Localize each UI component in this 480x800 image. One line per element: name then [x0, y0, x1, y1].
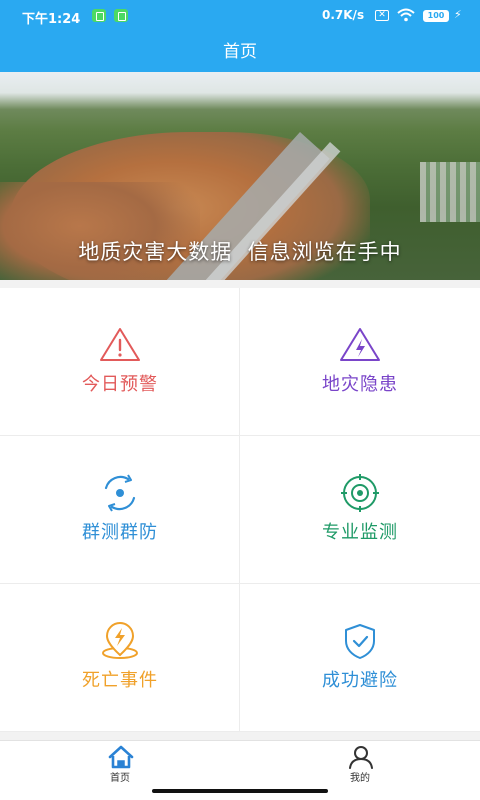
battery-icon: 100: [423, 10, 449, 22]
nav-mine-label: 我的: [350, 773, 370, 784]
grid-item-label: 群测群防: [82, 522, 158, 543]
warning-triangle-icon: [100, 328, 140, 361]
today-warning-button[interactable]: 今日预警: [0, 288, 240, 436]
notification-icon: [114, 9, 128, 22]
sim-icon: ✕: [375, 10, 389, 21]
user-icon: [349, 746, 373, 769]
status-bar: 下午1:24 0.7K/s ✕ 100 ⚡: [0, 0, 480, 32]
app-header: 首页: [0, 32, 480, 72]
feature-grid: 今日预警 地灾隐患 群测群防 专业监测 死亡事件 成功避险: [0, 288, 480, 732]
professional-monitor-button[interactable]: 专业监测: [240, 436, 480, 584]
charging-icon: ⚡: [454, 8, 462, 21]
successful-avoid-button[interactable]: 成功避险: [240, 584, 480, 732]
banner-caption: 地质灾害大数据 信息浏览在手中: [78, 240, 402, 264]
death-event-button[interactable]: 死亡事件: [0, 584, 240, 732]
target-icon: [341, 474, 379, 512]
page-title: 首页: [223, 42, 257, 62]
home-icon: [108, 745, 134, 769]
grid-item-label: 成功避险: [322, 670, 398, 691]
wifi-icon: [397, 8, 415, 22]
app-screen: 下午1:24 0.7K/s ✕ 100 ⚡ 首页 地质灾害大数据 信息浏览在手中: [0, 0, 480, 800]
nav-home-label: 首页: [110, 773, 130, 784]
hazard-triangle-icon: [340, 328, 380, 361]
grid-item-label: 地灾隐患: [322, 374, 398, 395]
nav-mine[interactable]: 我的: [240, 741, 480, 791]
shield-check-icon: [345, 624, 375, 659]
monitor-cycle-icon: [104, 474, 136, 512]
nav-home[interactable]: 首页: [0, 741, 240, 791]
home-indicator: [152, 789, 328, 793]
group-monitor-button[interactable]: 群测群防: [0, 436, 240, 584]
notification-icon: [92, 9, 106, 22]
lightning-pin-icon: [102, 622, 138, 659]
grid-item-label: 死亡事件: [82, 670, 158, 691]
banner-image[interactable]: 地质灾害大数据 信息浏览在手中: [0, 72, 480, 280]
hazard-button[interactable]: 地灾隐患: [240, 288, 480, 436]
grid-item-label: 今日预警: [82, 374, 158, 395]
network-speed: 0.7K/s: [322, 8, 365, 22]
town: [420, 162, 480, 222]
grid-item-label: 专业监测: [322, 522, 398, 543]
status-time: 下午1:24: [22, 12, 81, 27]
